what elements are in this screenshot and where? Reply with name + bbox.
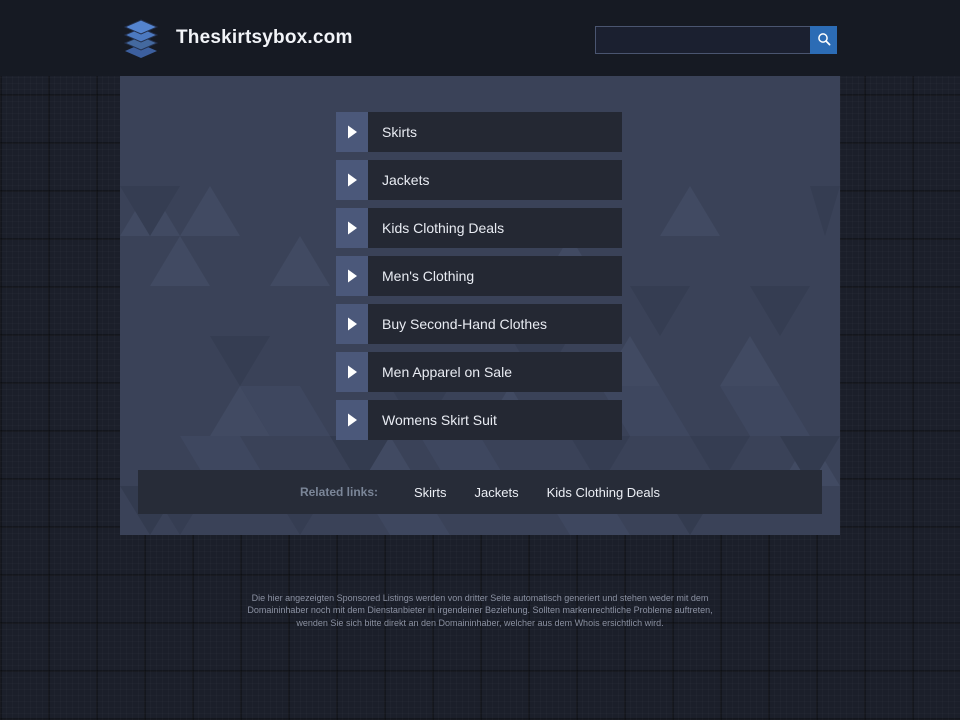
related-links-label: Related links: <box>299 485 378 499</box>
menu-item-label-box: Buy Second-Hand Clothes <box>368 304 622 344</box>
menu-item-womens-skirt-suit[interactable]: Womens Skirt Suit <box>336 400 622 440</box>
category-menu: Skirts Jackets Kids Clothing Deals Men's… <box>336 112 622 448</box>
menu-item-label: Men Apparel on Sale <box>382 364 512 380</box>
menu-item-mens-clothing[interactable]: Men's Clothing <box>336 256 622 296</box>
search-bar <box>595 26 837 54</box>
related-links-bar: Related links: Skirts Jackets Kids Cloth… <box>138 470 822 514</box>
play-triangle-icon <box>336 400 368 440</box>
brand[interactable]: Theskirtsybox.com <box>120 17 353 59</box>
menu-item-label: Men's Clothing <box>382 268 475 284</box>
menu-item-label: Jackets <box>382 172 430 188</box>
play-triangle-icon <box>336 304 368 344</box>
layers-stack-icon <box>120 17 162 59</box>
menu-item-skirts[interactable]: Skirts <box>336 112 622 152</box>
play-triangle-icon <box>336 112 368 152</box>
menu-item-label: Womens Skirt Suit <box>382 412 497 428</box>
related-link-skirts[interactable]: Skirts <box>414 485 447 500</box>
search-button[interactable] <box>810 26 837 54</box>
menu-item-buy-second-hand-clothes[interactable]: Buy Second-Hand Clothes <box>336 304 622 344</box>
menu-item-label: Skirts <box>382 124 417 140</box>
menu-item-label-box: Womens Skirt Suit <box>368 400 622 440</box>
content-panel: Skirts Jackets Kids Clothing Deals Men's… <box>120 76 840 535</box>
menu-item-jackets[interactable]: Jackets <box>336 160 622 200</box>
menu-item-kids-clothing-deals[interactable]: Kids Clothing Deals <box>336 208 622 248</box>
site-header: Theskirtsybox.com <box>0 0 960 76</box>
site-title: Theskirtsybox.com <box>176 27 353 48</box>
menu-item-label-box: Men's Clothing <box>368 256 622 296</box>
play-triangle-icon <box>336 352 368 392</box>
menu-item-label-box: Men Apparel on Sale <box>368 352 622 392</box>
menu-item-label-box: Jackets <box>368 160 622 200</box>
menu-item-label-box: Kids Clothing Deals <box>368 208 622 248</box>
menu-item-label-box: Skirts <box>368 112 622 152</box>
footer-disclaimer: Die hier angezeigten Sponsored Listings … <box>247 593 713 628</box>
play-triangle-icon <box>336 208 368 248</box>
menu-item-men-apparel-on-sale[interactable]: Men Apparel on Sale <box>336 352 622 392</box>
footer: Die hier angezeigten Sponsored Listings … <box>0 592 960 631</box>
search-icon <box>817 32 831 49</box>
menu-item-label: Kids Clothing Deals <box>382 220 505 236</box>
play-triangle-icon <box>336 256 368 296</box>
related-link-jackets[interactable]: Jackets <box>475 485 519 500</box>
related-link-kids-clothing-deals[interactable]: Kids Clothing Deals <box>547 485 660 500</box>
menu-item-label: Buy Second-Hand Clothes <box>382 316 547 332</box>
search-input[interactable] <box>595 26 810 54</box>
play-triangle-icon <box>336 160 368 200</box>
